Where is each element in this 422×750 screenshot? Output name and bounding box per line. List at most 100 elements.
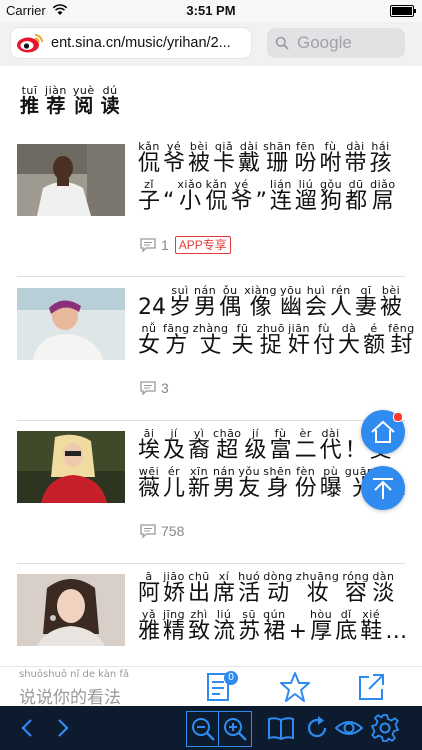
star-icon[interactable] [279,671,311,703]
ruby-char: dū 都 [345,178,367,213]
home-icon [371,420,395,443]
article-item[interactable]: kǎn 侃 yé 爷 bèi 被 qiǎ 卡 dài 戴 shān 珊 fēn 吩 fù 咐 dài 带 hái 孩 z… [17,140,405,280]
hanzi: 及 [163,438,186,463]
hanzi: 子 [138,189,161,214]
ruby-char: é额 [363,322,385,357]
hanzi: 连 [269,189,292,214]
ruby-char: xīn 新 [188,465,210,500]
hanzi: 新 [188,476,211,501]
hanzi: 24 [138,295,166,320]
hanzi: 吩 [294,151,317,176]
hanzi: 妆 [306,581,329,606]
ruby-char: bèi 被 [188,140,210,175]
url-field[interactable]: ent.sina.cn/music/yrihan/2... [11,28,251,58]
hanzi: 出 [188,581,211,606]
ruby-char: zhuō 捉 [257,322,285,357]
notification-dot [393,412,403,422]
article-thumbnail [17,431,125,503]
hanzi: 带 [344,151,367,176]
hanzi: 厚 [310,619,333,644]
search-icon [275,36,289,50]
hanzi: 儿 [163,476,186,501]
divider [17,563,405,564]
hanzi: “ [163,189,175,214]
divider [17,420,405,421]
hanzi: 男 [213,476,236,501]
ruby-char: āi 埃 [138,427,160,462]
ruby-char: … [385,608,407,643]
app-exclusive-badge: APP专享 [174,236,231,254]
comment-bubble-icon [140,381,156,396]
hanzi: 身 [266,476,289,501]
zoom-in-icon[interactable] [222,716,248,742]
ruby-char: yǒu 友 [238,465,260,500]
ruby-char: dài 带 [345,140,367,175]
hanzi: 淡 [372,581,395,606]
hanzi: 底 [335,619,358,644]
ruby-char: ér 儿 [163,465,185,500]
ruby-char: shān 珊 [263,140,291,175]
ruby-char: dài 代 [320,427,342,462]
search-placeholder: Google [297,33,352,52]
ruby-char: róng 容 [342,570,369,605]
comment-count: 1 [161,237,169,253]
hanzi: 夫 [231,333,254,358]
ruby-char: qī 妻 [355,284,377,319]
reload-icon[interactable] [302,713,332,743]
ruby-char: ǒu 偶 [219,284,241,319]
ruby-char: zhàng 丈 [193,322,229,357]
hanzi: 奸 [288,333,311,358]
ruby-char: jiāo 娇 [163,570,185,605]
hanzi: 付 [313,333,336,358]
ruby-char: xiàng 像 [244,284,277,319]
article-title[interactable]: 24 suì 岁 nán 男 ǒu 偶 xiàng 像 yōu 幽 huì 会 rén 人 qī 妻 bèi 被 nǚ… [138,284,418,360]
ruby-char: “ [163,178,174,213]
section-title: tuī 推 jiàn 荐 yuè 阅 dú 读 [20,84,126,116]
ruby-char: diǎo 屌 [370,178,396,213]
forward-arrow-icon[interactable] [48,713,78,743]
hanzi: 娇 [163,581,186,606]
ruby-char: dǐ 底 [335,608,357,643]
comment-input[interactable]: shuōshuō nǐ de kàn fǎ 说说你的看法 [17,669,185,708]
share-icon[interactable] [355,671,387,703]
ruby-char: yǎ 雅 [138,608,160,643]
scroll-to-top-button[interactable] [361,466,405,510]
article-title[interactable]: ā 阿 jiāo 娇 chū 出 xí 席 huó 活 dòng 动 zhuāng 妆 róng 容 dàn 淡 y… [138,570,410,646]
ruby-char: fù 咐 [320,140,342,175]
book-icon[interactable] [266,713,296,743]
comment-count: 758 [161,523,185,539]
hanzi: 推 [20,95,40,117]
hanzi: 富 [269,438,292,463]
status-bar: Carrier 3:51 PM [0,0,422,22]
hanzi: + [288,619,308,644]
ruby-char: zǐ 子 [138,178,160,213]
zoom-out-icon[interactable] [190,716,216,742]
hanzi: 咐 [319,151,342,176]
hanzi: 友 [238,476,261,501]
ruby-char: nǚ 女 [138,322,160,357]
article-item[interactable]: āi埃jí及yì裔chāo超jí级fù富èr二dài代 ！ 艾wēi薇ér儿xī… [17,427,407,567]
hanzi: 幽 [279,295,302,320]
hanzi: 岁 [169,295,192,320]
ruby-char: fèn 份 [295,465,317,500]
clock: 3:51 PM [186,3,236,18]
ruby-char: fù 付 [313,322,335,357]
hanzi: 份 [294,476,317,501]
article-thumbnail [17,144,125,216]
gear-icon[interactable] [370,713,400,743]
ruby-char: tuī 推 [20,84,39,116]
ruby-char: gǒu 狗 [320,178,342,213]
ruby-char: pù 曝 [320,465,342,500]
hanzi: 代 [319,438,342,463]
hanzi: 致 [188,619,211,644]
back-arrow-icon[interactable] [12,713,42,743]
article-item[interactable]: 24 suì 岁 nán 男 ǒu 偶 xiàng 像 yōu 幽 huì 会 rén 人 qī 妻 bèi 被 nǚ… [17,284,414,424]
article-title[interactable]: kǎn 侃 yé 爷 bèi 被 qiǎ 卡 dài 戴 shān 珊 fēn 吩 fù 咐 dài 带 hái 孩 z… [138,140,399,216]
home-button[interactable] [361,410,405,454]
zoom-controls [186,711,252,747]
ruby-char: nán 男 [194,284,216,319]
article-thumbnail [17,288,125,360]
search-field[interactable]: Google [267,28,405,58]
ruby-char: dàn 淡 [372,570,394,605]
eye-icon[interactable] [334,713,364,743]
